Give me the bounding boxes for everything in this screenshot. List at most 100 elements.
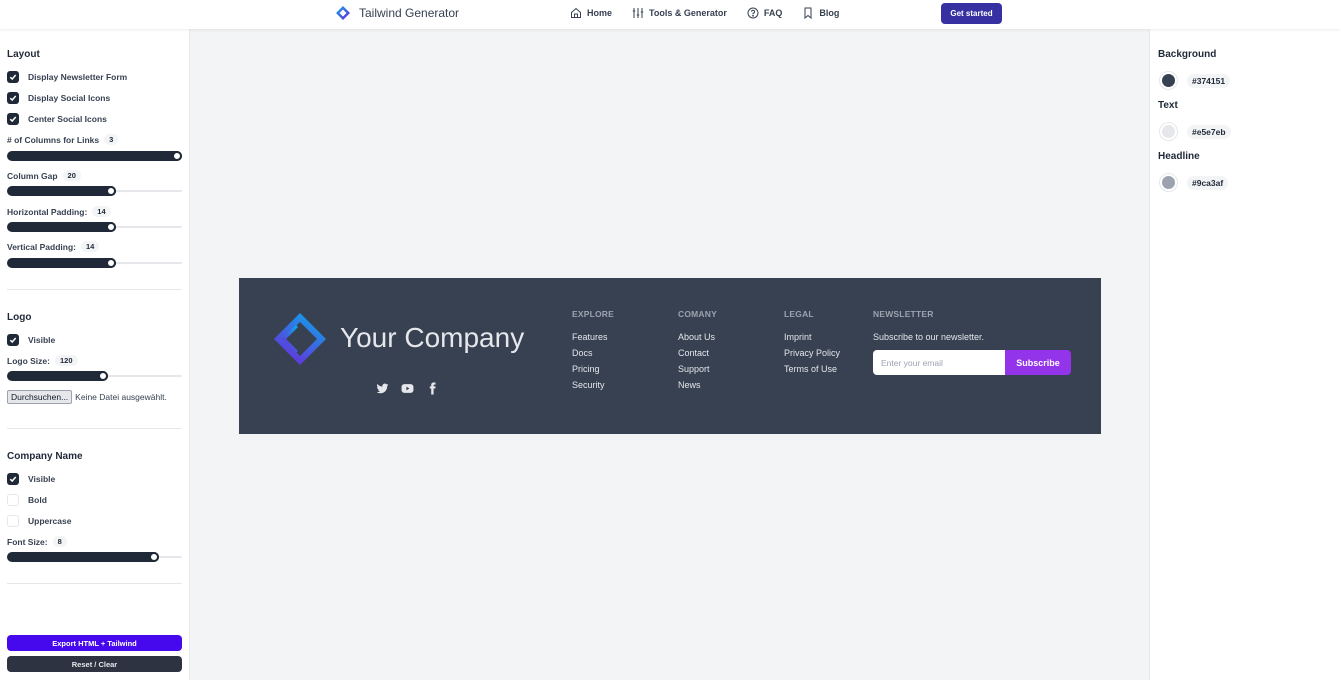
- columns-label: # of Columns for Links: [7, 134, 100, 145]
- column-gap-label: Column Gap: [7, 170, 58, 181]
- social-icons-label: Display Social Icons: [28, 93, 111, 103]
- company-visible-checkbox[interactable]: [7, 473, 19, 485]
- subscribe-button[interactable]: Subscribe: [1005, 350, 1071, 375]
- check-icon: [9, 95, 17, 102]
- nav-home[interactable]: Home: [570, 7, 612, 19]
- brand-logo-icon: [336, 6, 350, 20]
- footer-link[interactable]: Terms of Use: [784, 364, 840, 374]
- sliders-icon: [632, 8, 644, 18]
- headline-color-title: Headline: [1158, 151, 1200, 162]
- right-colors-panel: Background #374151 Text #e5e7eb Headline…: [1149, 29, 1340, 680]
- headline-color-swatch[interactable]: [1159, 173, 1178, 192]
- browse-file-button[interactable]: Durchsuchen...: [7, 390, 73, 404]
- footer-column-company: COMANY About Us Contact Support News: [678, 309, 717, 396]
- center-social-label: Center Social Icons: [28, 114, 107, 124]
- footer-link[interactable]: News: [678, 380, 717, 390]
- brand-name: Tailwind Generator: [359, 6, 460, 20]
- column-gap-value: 20: [62, 170, 81, 181]
- get-started-button[interactable]: Get started: [941, 3, 1002, 24]
- footer-link[interactable]: Contact: [678, 348, 717, 358]
- center-social-checkbox-row[interactable]: Center Social Icons: [7, 113, 107, 125]
- footer-link[interactable]: Security: [572, 380, 614, 390]
- background-color-title: Background: [1158, 49, 1217, 60]
- background-color-row[interactable]: #374151: [1159, 71, 1231, 90]
- footer-link[interactable]: Privacy Policy: [784, 348, 840, 358]
- horizontal-padding-slider[interactable]: [7, 222, 182, 232]
- font-size-slider[interactable]: [7, 552, 182, 562]
- nav-links: Home Tools & Generator FAQ Blog: [570, 7, 839, 19]
- logo-visible-checkbox[interactable]: [7, 334, 19, 346]
- logo-visible-checkbox-row[interactable]: Visible: [7, 334, 55, 346]
- nav-home-label: Home: [587, 8, 613, 18]
- background-color-swatch[interactable]: [1159, 71, 1178, 90]
- text-color-hex: #e5e7eb: [1187, 124, 1231, 139]
- footer-link[interactable]: Imprint: [784, 332, 840, 342]
- social-icons-checkbox-row[interactable]: Display Social Icons: [7, 92, 110, 104]
- divider: [7, 428, 182, 429]
- horizontal-padding-label-row: Horizontal Padding: 14: [7, 206, 111, 217]
- logo-size-slider[interactable]: [7, 371, 182, 381]
- logo-size-label-row: Logo Size: 120: [7, 355, 78, 366]
- home-icon: [571, 7, 581, 18]
- twitter-icon[interactable]: [376, 382, 389, 395]
- youtube-icon[interactable]: [401, 382, 414, 395]
- font-size-label-row: Font Size: 8: [7, 536, 67, 547]
- nav-blog[interactable]: Blog: [802, 7, 839, 19]
- slider-thumb[interactable]: [106, 222, 116, 232]
- footer-link[interactable]: About Us: [678, 332, 717, 342]
- footer-column-explore: EXPLORE Features Docs Pricing Security: [572, 309, 614, 396]
- horizontal-padding-value: 14: [92, 206, 111, 217]
- company-bold-checkbox-row[interactable]: Bold: [7, 494, 47, 506]
- logo-file-input[interactable]: Durchsuchen... Keine Datei ausgewählt.: [7, 390, 167, 404]
- check-icon: [9, 74, 17, 81]
- slider-thumb[interactable]: [106, 258, 116, 268]
- facebook-icon[interactable]: [426, 382, 439, 395]
- font-size-label: Font Size:: [7, 536, 48, 547]
- social-icons-checkbox[interactable]: [7, 92, 19, 104]
- columns-label-row: # of Columns for Links 3: [7, 134, 119, 145]
- newsletter-form-checkbox-row[interactable]: Display Newsletter Form: [7, 71, 127, 83]
- email-input[interactable]: [873, 350, 1005, 375]
- text-color-row[interactable]: #e5e7eb: [1159, 122, 1231, 141]
- company-bold-label: Bold: [28, 495, 47, 505]
- columns-value: 3: [104, 134, 119, 145]
- vertical-padding-value: 14: [80, 241, 100, 252]
- reset-button[interactable]: Reset / Clear: [7, 656, 182, 672]
- footer-link[interactable]: Support: [678, 364, 717, 374]
- footer-link[interactable]: Pricing: [572, 364, 614, 374]
- slider-thumb[interactable]: [106, 186, 116, 196]
- nav-tools[interactable]: Tools & Generator: [632, 7, 727, 19]
- company-visible-checkbox-row[interactable]: Visible: [7, 473, 55, 485]
- company-uppercase-checkbox-row[interactable]: Uppercase: [7, 515, 71, 527]
- column-heading: EXPLORE: [572, 309, 615, 319]
- nav-tools-label: Tools & Generator: [649, 8, 727, 18]
- newsletter-form: Subscribe: [873, 350, 1071, 375]
- divider: [7, 583, 182, 584]
- nav-faq[interactable]: FAQ: [747, 7, 783, 19]
- company-uppercase-label: Uppercase: [28, 516, 72, 526]
- nav-faq-label: FAQ: [763, 8, 783, 18]
- text-color-swatch[interactable]: [1159, 122, 1178, 141]
- footer-link[interactable]: Docs: [572, 348, 614, 358]
- slider-thumb[interactable]: [172, 151, 182, 161]
- headline-color-row[interactable]: #9ca3af: [1159, 173, 1229, 192]
- export-button[interactable]: Export HTML + Tailwind: [7, 635, 182, 651]
- brand[interactable]: Tailwind Generator: [335, 5, 459, 21]
- column-gap-slider[interactable]: [7, 186, 182, 196]
- headline-color-hex: #9ca3af: [1187, 175, 1229, 190]
- vertical-padding-label: Vertical Padding:: [7, 241, 76, 252]
- newsletter-form-checkbox[interactable]: [7, 71, 19, 83]
- column-gap-label-row: Column Gap 20: [7, 170, 81, 181]
- newsletter-form-label: Display Newsletter Form: [28, 72, 128, 82]
- vertical-padding-slider[interactable]: [7, 258, 182, 268]
- check-icon: [9, 337, 17, 344]
- footer-link[interactable]: Features: [572, 332, 614, 342]
- left-settings-panel: Layout Display Newsletter Form Display S…: [0, 29, 190, 680]
- slider-thumb[interactable]: [149, 552, 159, 562]
- company-uppercase-checkbox[interactable]: [7, 515, 19, 527]
- columns-slider[interactable]: [7, 151, 182, 161]
- slider-thumb[interactable]: [98, 371, 108, 381]
- center-social-checkbox[interactable]: [7, 113, 19, 125]
- top-navigation: Tailwind Generator Home Tools & Generato…: [0, 0, 1340, 29]
- company-bold-checkbox[interactable]: [7, 494, 19, 506]
